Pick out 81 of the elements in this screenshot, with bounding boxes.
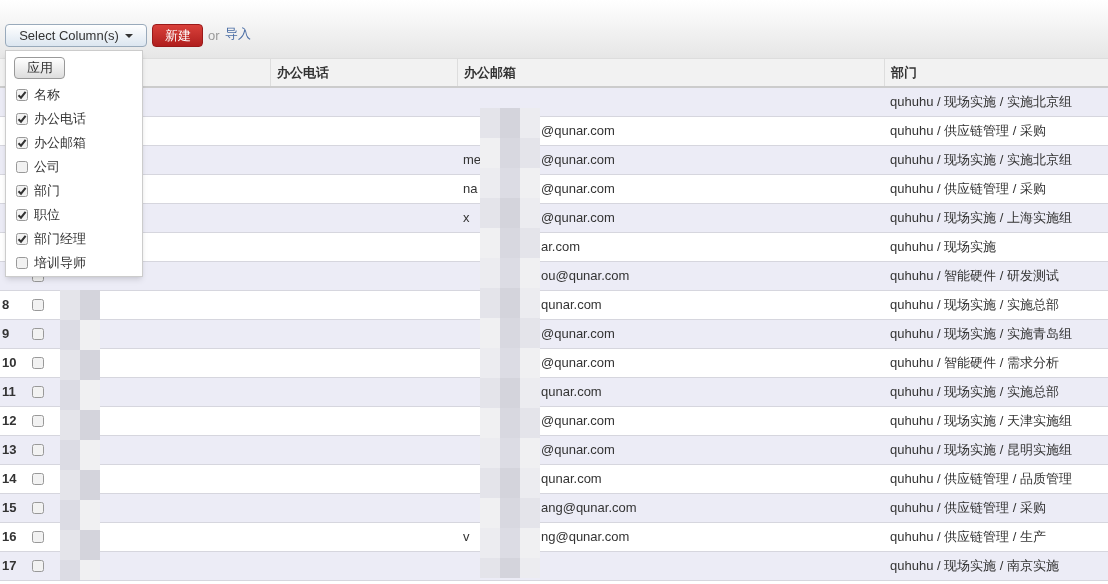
row-number: 10 [2, 355, 17, 371]
checkbox[interactable] [32, 328, 44, 340]
checkbox[interactable] [16, 137, 28, 149]
email-fragment: v [463, 528, 470, 547]
checkbox[interactable] [16, 209, 28, 221]
checkbox[interactable] [16, 113, 28, 125]
table-cell: quhuhu / 现场实施 / 实施青岛组 [890, 326, 1073, 342]
column-option-label: 部门经理 [34, 230, 86, 249]
email-fragment: @qunar.com [541, 180, 615, 199]
email-fragment: @qunar.com [541, 354, 615, 373]
column-option-label: 名称 [34, 86, 60, 105]
checkbox[interactable] [16, 89, 28, 101]
checkbox[interactable] [32, 299, 44, 311]
row-number: 14 [2, 471, 17, 487]
email-fragment: me [463, 151, 482, 170]
select-columns-button[interactable]: Select Column(s) [5, 24, 147, 47]
table-cell: quhuhu / 现场实施 / 南京实施 [890, 558, 1060, 574]
table-cell: quhuhu / 供应链管理 / 采购 [890, 500, 1047, 516]
row-number: 17 [2, 558, 17, 574]
table-cell: quhuhu / 现场实施 / 实施北京组 [890, 152, 1073, 168]
table-cell: quhuhu / 现场实施 [890, 239, 997, 255]
checkbox[interactable] [32, 473, 44, 485]
email-fragment: qunar.com [541, 383, 602, 402]
row-number: 16 [2, 529, 17, 545]
import-link[interactable]: 导入 [224, 23, 251, 44]
email-fragment: ang@qunar.com [541, 499, 637, 518]
checkbox[interactable] [32, 357, 44, 369]
checkbox[interactable] [32, 531, 44, 543]
column-header[interactable]: 部门 [891, 62, 917, 83]
table-cell: quhuhu / 现场实施 / 昆明实施组 [890, 442, 1073, 458]
column-option-label: 办公邮箱 [34, 134, 86, 153]
email-fragment: @qunar.com [541, 441, 615, 460]
checkbox[interactable] [32, 444, 44, 456]
checkbox[interactable] [32, 502, 44, 514]
checkbox[interactable] [32, 560, 44, 572]
email-fragment: @qunar.com [541, 122, 615, 141]
row-number: 8 [2, 297, 10, 313]
email-fragment: ou@qunar.com [541, 267, 630, 286]
row-number: 9 [2, 326, 10, 342]
checkbox[interactable] [16, 257, 28, 269]
table-cell: quhuhu / 现场实施 / 实施北京组 [890, 94, 1073, 110]
table-cell: quhuhu / 供应链管理 / 品质管理 [890, 471, 1073, 487]
table-cell: quhuhu / 现场实施 / 实施总部 [890, 384, 1060, 400]
column-option-label: 公司 [34, 158, 60, 177]
checkbox[interactable] [16, 233, 28, 245]
table-cell: quhuhu / 智能硬件 / 研发测试 [890, 268, 1060, 284]
column-option-label: 部门 [34, 182, 60, 201]
column-header[interactable]: 办公邮箱 [464, 62, 516, 83]
apply-button[interactable]: 应用 [14, 57, 65, 79]
new-button[interactable]: 新建 [152, 24, 203, 47]
table-cell: quhuhu / 现场实施 / 天津实施组 [890, 413, 1073, 429]
email-fragment: @qunar.com [541, 412, 615, 431]
email-fragment: qunar.com [541, 296, 602, 315]
or-text: or [208, 26, 220, 45]
row-number: 15 [2, 500, 17, 516]
email-fragment: qunar.com [541, 470, 602, 489]
checkbox[interactable] [32, 386, 44, 398]
email-fragment: ng@qunar.com [541, 528, 630, 547]
table-cell: quhuhu / 供应链管理 / 采购 [890, 123, 1047, 139]
table-cell: quhuhu / 智能硬件 / 需求分析 [890, 355, 1060, 371]
row-number: 13 [2, 442, 17, 458]
table-cell: quhuhu / 现场实施 / 上海实施组 [890, 210, 1073, 226]
email-fragment: @qunar.com [541, 151, 615, 170]
email-fragment: x [463, 209, 470, 228]
email-fragment: na [463, 180, 478, 199]
table-cell: quhuhu / 供应链管理 / 生产 [890, 529, 1047, 545]
column-option-label: 培训导师 [34, 254, 86, 273]
table-cell: quhuhu / 现场实施 / 实施总部 [890, 297, 1060, 313]
checkbox[interactable] [16, 161, 28, 173]
column-header[interactable]: 办公电话 [277, 62, 329, 83]
email-fragment: ar.com [541, 238, 580, 257]
table-cell: quhuhu / 供应链管理 / 采购 [890, 181, 1047, 197]
checkbox[interactable] [32, 415, 44, 427]
email-fragment: @qunar.com [541, 325, 615, 344]
column-option-label: 办公电话 [34, 110, 86, 129]
checkbox[interactable] [16, 185, 28, 197]
email-fragment: @qunar.com [541, 209, 615, 228]
row-number: 11 [2, 384, 16, 400]
row-number: 12 [2, 413, 17, 429]
caret-icon [124, 33, 133, 38]
column-option-label: 职位 [34, 206, 60, 225]
